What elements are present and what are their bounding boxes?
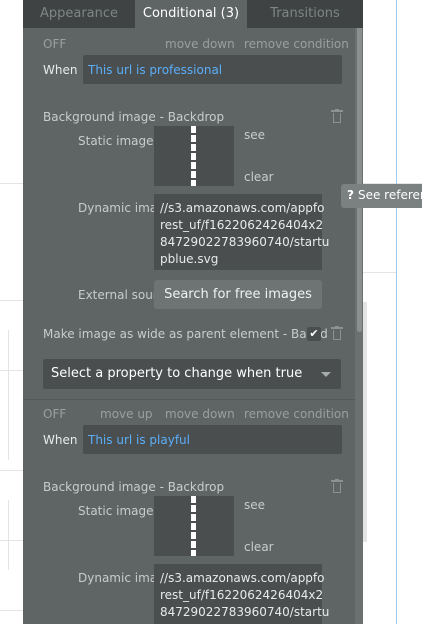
canvas-line bbox=[363, 272, 397, 273]
wide-image-checkbox[interactable]: ✔ bbox=[307, 327, 321, 341]
move-down-link[interactable]: move down bbox=[165, 407, 235, 421]
condition-status[interactable]: OFF bbox=[43, 407, 66, 421]
tab-transitions[interactable]: Transitions bbox=[247, 0, 363, 28]
canvas-line bbox=[0, 470, 23, 471]
remove-condition-link[interactable]: remove condition bbox=[244, 407, 349, 421]
canvas-line bbox=[0, 540, 23, 541]
canvas-guide-line bbox=[396, 0, 397, 624]
canvas-line bbox=[0, 610, 23, 611]
when-label: When bbox=[43, 433, 78, 447]
static-image-label: Static image bbox=[78, 504, 154, 518]
canvas-line bbox=[8, 500, 9, 570]
canvas-line bbox=[363, 302, 367, 542]
move-up-link[interactable]: move up bbox=[100, 407, 153, 421]
help-icon: ? bbox=[347, 188, 354, 202]
trash-icon[interactable] bbox=[331, 326, 343, 340]
see-link[interactable]: see bbox=[244, 498, 265, 512]
canvas-line bbox=[8, 330, 9, 460]
canvas-line bbox=[0, 300, 23, 301]
tab-appearance[interactable]: Appearance bbox=[23, 0, 135, 28]
condition-expression-text[interactable]: This url is professional bbox=[88, 63, 222, 77]
move-down-link[interactable]: move down bbox=[165, 37, 235, 51]
static-image-uploader[interactable] bbox=[154, 126, 234, 186]
see-reference-text: See reference bbox=[357, 188, 422, 202]
dynamic-image-label: Dynamic imag bbox=[78, 571, 165, 585]
search-free-images-button[interactable]: Search for free images bbox=[154, 280, 322, 309]
dynamic-image-field[interactable]: //s3.amazonaws.com/appfo rest_uf/f162206… bbox=[154, 194, 329, 270]
condition-divider bbox=[23, 399, 355, 400]
editor-tabs: Appearance Conditional (3) Transitions bbox=[23, 0, 363, 28]
clear-link[interactable]: clear bbox=[244, 540, 274, 554]
chevron-down-icon bbox=[321, 372, 331, 377]
condition-status[interactable]: OFF bbox=[43, 37, 66, 51]
condition-expression-text[interactable]: This url is playful bbox=[88, 433, 190, 447]
property-label: Background image - Backdrop bbox=[43, 480, 225, 494]
property-label: Background image - Backdrop bbox=[43, 110, 225, 124]
canvas-line bbox=[0, 370, 23, 371]
dynamic-image-field[interactable]: //s3.amazonaws.com/appfo rest_uf/f162206… bbox=[154, 564, 329, 624]
wide-image-label: Make image as wide as parent element - B… bbox=[43, 327, 328, 341]
see-reference-tooltip[interactable]: ?See reference bbox=[341, 184, 422, 208]
remove-condition-link[interactable]: remove condition bbox=[244, 37, 349, 51]
when-label: When bbox=[43, 63, 78, 77]
dynamic-image-label: Dynamic imag bbox=[78, 201, 165, 215]
tab-conditional[interactable]: Conditional (3) bbox=[135, 0, 247, 28]
static-image-label: Static image bbox=[78, 134, 154, 148]
panel-scrollbar-thumb[interactable] bbox=[357, 0, 362, 332]
canvas-line bbox=[0, 183, 23, 184]
clear-link[interactable]: clear bbox=[244, 170, 274, 184]
property-select-placeholder: Select a property to change when true bbox=[51, 366, 303, 381]
trash-icon[interactable] bbox=[331, 109, 343, 123]
external-source-label: External sourc bbox=[78, 288, 165, 302]
static-image-uploader[interactable] bbox=[154, 496, 234, 556]
see-link[interactable]: see bbox=[244, 128, 265, 142]
property-select[interactable]: Select a property to change when true bbox=[43, 359, 341, 389]
trash-icon[interactable] bbox=[331, 479, 343, 493]
